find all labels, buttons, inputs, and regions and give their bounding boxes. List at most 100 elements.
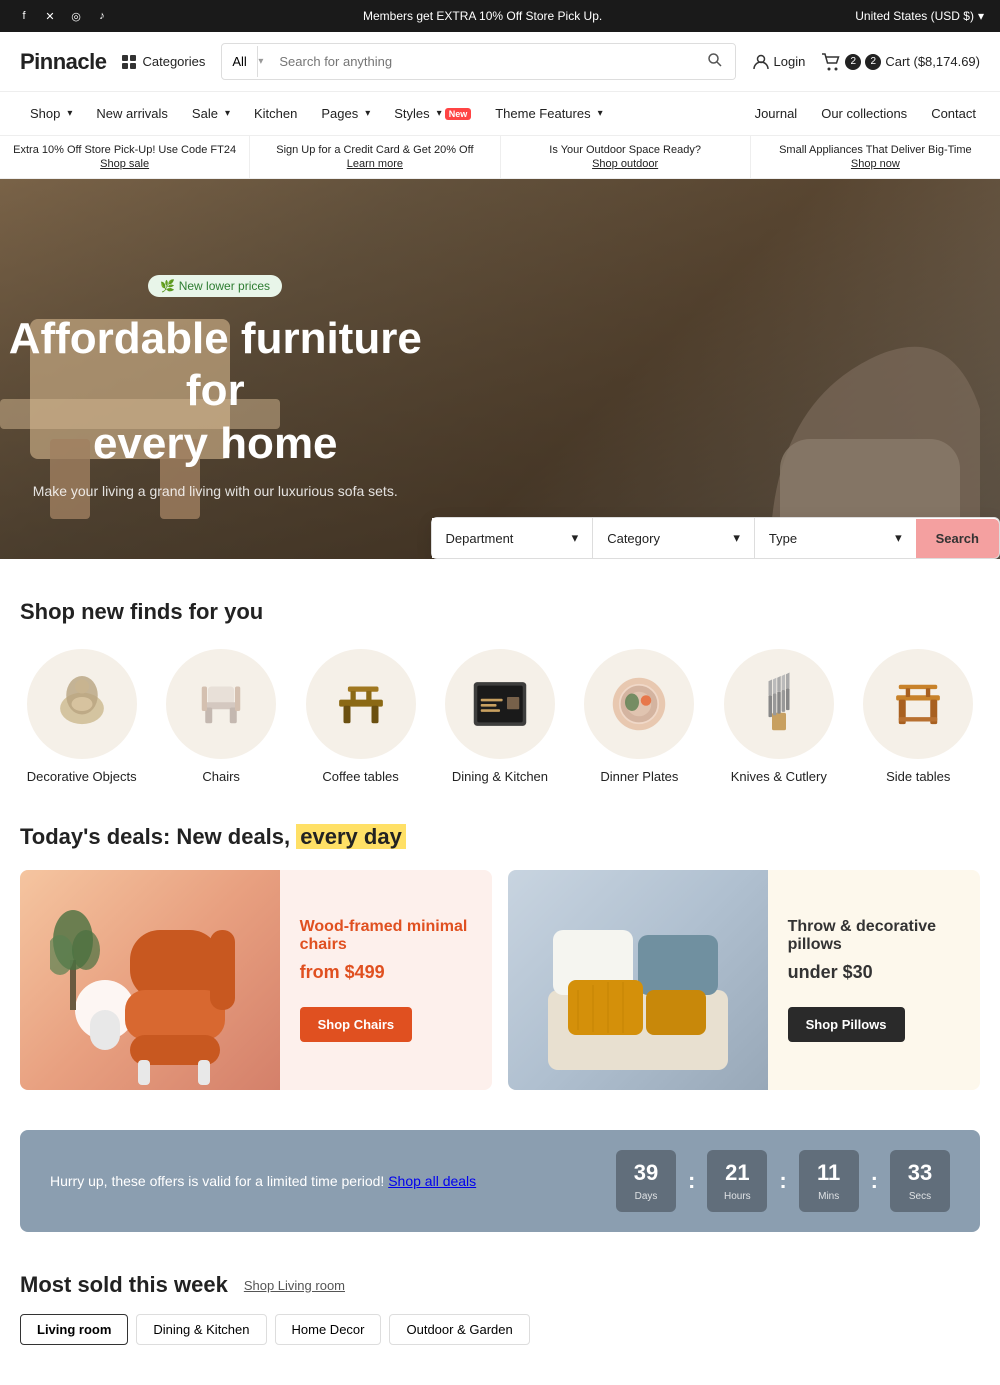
category-label-coffee: Coffee tables bbox=[299, 769, 422, 784]
promo-link-1[interactable]: Shop sale bbox=[12, 158, 237, 170]
deal-image-pillows bbox=[508, 870, 768, 1090]
countdown-bar: Hurry up, these offers is valid for a li… bbox=[20, 1130, 980, 1232]
hero-title: Affordable furniture forevery home bbox=[0, 313, 431, 471]
category-chairs[interactable]: Chairs bbox=[159, 649, 282, 784]
cart-button[interactable]: 2 2 Cart ($8,174.69) bbox=[821, 53, 980, 71]
countdown-message: Hurry up, these offers is valid for a li… bbox=[50, 1173, 476, 1189]
twitter-icon[interactable]: ✕ bbox=[42, 8, 58, 24]
nav-sale[interactable]: Sale ▾ bbox=[182, 100, 240, 127]
category-dinner-plates[interactable]: Dinner Plates bbox=[578, 649, 701, 784]
promo-item-1: Extra 10% Off Store Pick-Up! Use Code FT… bbox=[0, 136, 250, 178]
nav-shop[interactable]: Shop ▾ bbox=[20, 100, 82, 127]
furniture-right-svg bbox=[750, 259, 1000, 559]
tab-dining-kitchen[interactable]: Dining & Kitchen bbox=[136, 1314, 266, 1345]
cart-count-badge: 2 bbox=[865, 54, 881, 70]
category-coffee-tables[interactable]: Coffee tables bbox=[299, 649, 422, 784]
cart-count-badge: 2 bbox=[845, 54, 861, 70]
search-submit-button[interactable] bbox=[695, 44, 735, 79]
category-label-dining: Dining & Kitchen bbox=[438, 769, 561, 784]
most-sold-section: Most sold this week Shop Living room Liv… bbox=[0, 1272, 1000, 1385]
header-right: Login 2 2 Cart ($8,174.69) bbox=[752, 53, 980, 71]
search-input[interactable] bbox=[267, 46, 694, 77]
tiktok-icon[interactable]: ♪ bbox=[94, 8, 110, 24]
shop-living-room-link[interactable]: Shop Living room bbox=[244, 1278, 345, 1293]
type-select[interactable]: Type ▾ bbox=[755, 518, 916, 558]
logo[interactable]: Pinnacle bbox=[20, 49, 106, 75]
nav-kitchen[interactable]: Kitchen bbox=[244, 100, 307, 127]
nav-new-arrivals[interactable]: New arrivals bbox=[86, 100, 178, 127]
search-bar: All ▾ bbox=[221, 43, 735, 80]
grid-icon bbox=[122, 55, 136, 69]
nav-journal[interactable]: Journal bbox=[751, 100, 802, 127]
deal-price-chairs: from $499 bbox=[300, 962, 472, 983]
nav-styles[interactable]: Styles ▾ New bbox=[384, 100, 481, 127]
deal-image-chairs bbox=[20, 870, 280, 1090]
shop-chairs-button[interactable]: Shop Chairs bbox=[300, 1007, 413, 1042]
tab-outdoor-garden[interactable]: Outdoor & Garden bbox=[389, 1314, 529, 1345]
nav-collections[interactable]: Our collections bbox=[817, 100, 911, 127]
category-decorative-objects[interactable]: Decorative Objects bbox=[20, 649, 143, 784]
cart-icon bbox=[821, 53, 841, 71]
chevron-down-icon: ▾ bbox=[572, 530, 579, 546]
nav-theme-features[interactable]: Theme Features ▾ bbox=[485, 100, 612, 127]
nav-pages[interactable]: Pages ▾ bbox=[311, 100, 380, 127]
category-dining-kitchen[interactable]: Dining & Kitchen bbox=[438, 649, 561, 784]
chevron-down-icon: ▾ bbox=[225, 108, 230, 119]
hero-badge: 🌿 New lower prices bbox=[148, 275, 282, 297]
main-nav: Shop ▾ New arrivals Sale ▾ Kitchen Pages… bbox=[0, 92, 1000, 136]
category-img-side bbox=[863, 649, 973, 759]
deals-grid: Wood-framed minimalchairs from $499 Shop… bbox=[20, 870, 980, 1090]
hero-banner: 🌿 New lower prices Affordable furniture … bbox=[0, 179, 1000, 559]
deal-name-chairs: Wood-framed minimalchairs bbox=[300, 918, 472, 954]
search-filter-bar: Department ▾ Category ▾ Type ▾ Search bbox=[431, 517, 1000, 559]
time-separator-1: : bbox=[688, 1168, 695, 1194]
instagram-icon[interactable]: ◎ bbox=[68, 8, 84, 24]
chevron-down-icon: ▾ bbox=[437, 108, 442, 119]
deal-info-chairs: Wood-framed minimalchairs from $499 Shop… bbox=[280, 870, 492, 1090]
nav-left: Shop ▾ New arrivals Sale ▾ Kitchen Pages… bbox=[20, 100, 747, 127]
filter-tabs: Living room Dining & Kitchen Home Decor … bbox=[20, 1314, 980, 1345]
social-icons: f ✕ ◎ ♪ bbox=[16, 8, 110, 24]
category-side-tables[interactable]: Side tables bbox=[857, 649, 980, 784]
category-img-knives bbox=[724, 649, 834, 759]
chevron-down-icon: ▾ bbox=[67, 108, 72, 119]
top-promo-text: Members get EXTRA 10% Off Store Pick Up. bbox=[363, 9, 602, 23]
deal-name-pillows: Throw & decorativepillows bbox=[788, 918, 960, 954]
login-button[interactable]: Login bbox=[752, 53, 806, 71]
category-knives[interactable]: Knives & Cutlery bbox=[717, 649, 840, 784]
chevron-down-icon: ▾ bbox=[733, 530, 740, 546]
nav-right: Journal Our collections Contact bbox=[751, 100, 980, 127]
category-img-decorative bbox=[27, 649, 137, 759]
deal-price-pillows: under $30 bbox=[788, 962, 960, 983]
chairs-deal-svg bbox=[50, 870, 250, 1090]
facebook-icon[interactable]: f bbox=[16, 8, 32, 24]
promo-link-3[interactable]: Shop outdoor bbox=[513, 158, 738, 170]
time-separator-3: : bbox=[871, 1168, 878, 1194]
search-icon bbox=[707, 52, 723, 68]
pillows-deal-svg bbox=[538, 870, 738, 1090]
countdown-secs: 33 Secs bbox=[890, 1150, 950, 1212]
category-img-plates bbox=[584, 649, 694, 759]
hero-right-furniture bbox=[750, 259, 1000, 559]
header: Pinnacle Categories All ▾ Login bbox=[0, 32, 1000, 92]
tab-living-room[interactable]: Living room bbox=[20, 1314, 128, 1345]
filter-search-button[interactable]: Search bbox=[916, 519, 999, 558]
decorative-objects-svg bbox=[47, 669, 117, 739]
promo-link-4[interactable]: Shop now bbox=[763, 158, 988, 170]
department-select[interactable]: Department ▾ bbox=[432, 518, 594, 558]
select-chevron-icon: ▾ bbox=[258, 56, 267, 67]
search-type-select[interactable]: All bbox=[222, 46, 258, 77]
shop-all-deals-link[interactable]: Shop all deals bbox=[388, 1173, 476, 1189]
tab-home-decor[interactable]: Home Decor bbox=[275, 1314, 382, 1345]
category-label-chairs: Chairs bbox=[159, 769, 282, 784]
nav-contact[interactable]: Contact bbox=[927, 100, 980, 127]
side-tables-svg bbox=[883, 669, 953, 739]
categories-button[interactable]: Categories bbox=[122, 54, 205, 69]
shop-pillows-button[interactable]: Shop Pillows bbox=[788, 1007, 905, 1042]
category-select[interactable]: Category ▾ bbox=[593, 518, 755, 558]
category-label-knives: Knives & Cutlery bbox=[717, 769, 840, 784]
region-selector[interactable]: United States (USD $) ▾ bbox=[855, 9, 984, 23]
chevron-down-icon: ▾ bbox=[978, 9, 984, 23]
coffee-tables-svg bbox=[326, 669, 396, 739]
promo-link-2[interactable]: Learn more bbox=[262, 158, 487, 170]
